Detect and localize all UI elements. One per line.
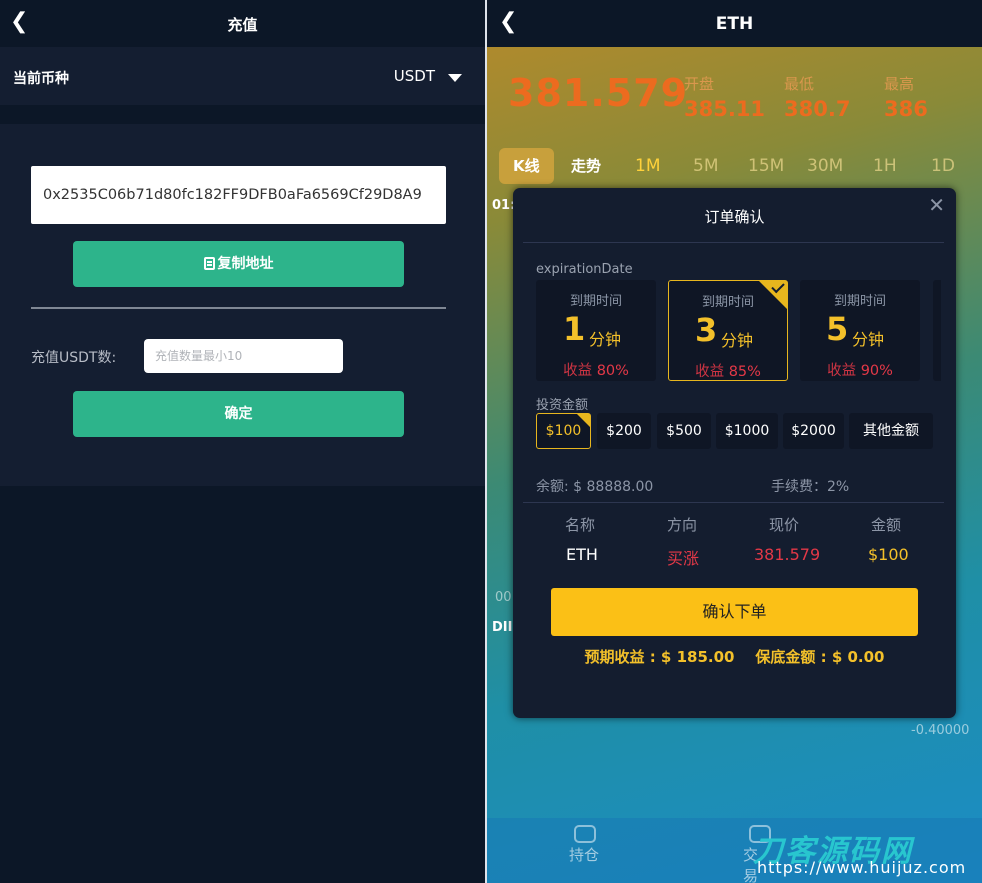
td-direction: 买涨 — [667, 549, 700, 568]
modal-divider — [523, 502, 944, 503]
expiration-option-num: 3 — [695, 311, 718, 349]
chart-zero-label: 00 — [495, 590, 512, 605]
copy-address-label: 复制地址 — [217, 256, 274, 272]
tab-trend[interactable]: 走势 — [571, 148, 601, 184]
amount-option-100[interactable]: $100 — [536, 413, 591, 449]
amount-option-500[interactable]: $500 — [657, 413, 711, 449]
modal-divider — [523, 242, 944, 243]
confirm-order-button[interactable]: 确认下单 — [551, 588, 918, 636]
modal-title: 订单确认 — [704, 208, 765, 226]
expected-profit-line: 预期收益 : $ 185.00 保底金额 : $ 0.00 — [513, 646, 956, 667]
amount-title: 投资金额 — [536, 398, 589, 413]
amount-label: 充值USDT数: — [31, 350, 117, 366]
stat-low: 最低 380.7 — [784, 73, 850, 121]
copy-icon — [203, 257, 215, 270]
chart-tabs: K线 走势 1M 5M 15M 30M 1H 1D — [487, 148, 982, 184]
tab-1h[interactable]: 1H — [873, 148, 897, 184]
profit-label: 收益 — [563, 363, 593, 379]
tab-1d[interactable]: 1D — [931, 148, 955, 184]
expiration-option-3[interactable]: 到期时间 3 分钟 收益 85% — [668, 279, 788, 381]
currency-value[interactable]: USDT — [394, 67, 435, 85]
th-price: 现价 — [769, 516, 800, 534]
recharge-header: ❮ 充值 — [0, 0, 485, 47]
guaranteed-amount: 保底金额 : $ 0.00 — [755, 648, 885, 666]
trade-header: ❮ ETH — [487, 0, 982, 47]
macd-axis-label: -0.40000 — [911, 723, 970, 738]
expiration-option-profit: 收益 85% — [669, 360, 787, 381]
recharge-page: ❮ 充值 当前币种 USDT 0x2535C06b71d80fc182FF9DF… — [0, 0, 485, 883]
chart-time-label: 01: — [492, 198, 516, 213]
selected-corner — [577, 414, 590, 427]
stat-low-label: 最低 — [784, 75, 815, 93]
watermark-url: https://www.huijuz.com — [757, 858, 967, 877]
stat-open-value: 385.11 — [684, 97, 766, 121]
expiration-option-profit: 收益 90% — [800, 359, 920, 380]
expiration-label: expirationDate — [536, 262, 633, 277]
th-name: 名称 — [565, 516, 596, 534]
td-price: 381.579 — [754, 545, 821, 564]
confirm-button[interactable]: 确定 — [73, 391, 404, 437]
currency-selector[interactable]: 当前币种 USDT — [0, 47, 485, 105]
symbol-title: ETH — [715, 14, 754, 34]
amount-option-other[interactable]: 其他金额 — [849, 413, 933, 449]
amount-option-2000[interactable]: $2000 — [783, 413, 844, 449]
balance-text: 余额: $ 88888.00 — [536, 479, 654, 495]
expiration-option-peek[interactable] — [933, 280, 941, 381]
tab-30m[interactable]: 30M — [807, 148, 843, 184]
expiration-option-unit: 分钟 — [589, 330, 622, 349]
page-title: 充值 — [227, 16, 258, 34]
profit-value: 80% — [596, 363, 629, 379]
expiration-option-num: 1 — [563, 310, 586, 348]
fee-text: 手续费：2% — [771, 479, 850, 495]
expiration-option-num: 5 — [826, 310, 849, 348]
amount-option-200[interactable]: $200 — [597, 413, 651, 449]
profit-value: 90% — [860, 363, 893, 379]
position-icon — [574, 825, 596, 843]
copy-address-button[interactable]: 复制地址 — [73, 241, 404, 287]
expiration-option-5[interactable]: 到期时间 5 分钟 收益 90% — [800, 280, 920, 381]
currency-label: 当前币种 — [13, 71, 69, 87]
tab-1m[interactable]: 1M — [635, 148, 660, 184]
dif-label: DII — [492, 620, 513, 635]
divider — [31, 307, 446, 309]
th-amount: 金额 — [871, 516, 902, 534]
profit-label: 收益 — [827, 363, 857, 379]
wallet-address[interactable]: 0x2535C06b71d80fc182FF9DFB0aFa6569Cf29D8… — [31, 166, 446, 224]
stat-low-value: 380.7 — [784, 97, 851, 121]
expected-profit: 预期收益 : $ 185.00 — [584, 648, 735, 666]
expiration-option-profit: 收益 80% — [536, 359, 656, 380]
expiration-option-label: 到期时间 — [569, 294, 622, 309]
caret-down-icon[interactable] — [448, 74, 462, 82]
nav-position[interactable]: 持仓 — [569, 844, 599, 865]
expiration-option-unit: 分钟 — [852, 330, 885, 349]
expiration-option-label: 到期时间 — [833, 294, 886, 309]
td-name: ETH — [566, 545, 598, 564]
close-icon[interactable]: ✕ — [928, 193, 945, 217]
stat-open: 开盘 385.11 — [684, 73, 765, 121]
stat-high-label: 最高 — [884, 75, 915, 93]
stat-high: 最高 386 — [884, 73, 928, 121]
screen-root: ❮ 充值 当前币种 USDT 0x2535C06b71d80fc182FF9DF… — [0, 0, 982, 883]
td-amount: $100 — [868, 545, 909, 564]
current-price: 381.579 — [508, 71, 689, 115]
th-direction: 方向 — [667, 516, 698, 534]
tab-5m[interactable]: 5M — [693, 148, 718, 184]
trade-page: ❮ ETH 381.579 开盘 385.11 最低 380.7 最高 386 … — [487, 0, 982, 883]
expiration-option-1[interactable]: 到期时间 1 分钟 收益 80% — [536, 280, 656, 381]
profit-label: 收益 — [695, 364, 725, 380]
amount-option-label: $100 — [545, 423, 582, 439]
expiration-option-unit: 分钟 — [721, 331, 754, 350]
profit-value: 85% — [728, 364, 761, 380]
order-confirm-modal: 订单确认 ✕ expirationDate 到期时间 1 分钟 收益 80% 到… — [513, 188, 956, 718]
tab-kline[interactable]: K线 — [499, 148, 554, 184]
recharge-card: 0x2535C06b71d80fc182FF9DFB0aFa6569Cf29D8… — [0, 124, 485, 486]
amount-input[interactable] — [144, 339, 343, 373]
tab-15m[interactable]: 15M — [748, 148, 784, 184]
stat-high-value: 386 — [884, 97, 928, 121]
amount-option-1000[interactable]: $1000 — [716, 413, 778, 449]
stat-open-label: 开盘 — [684, 75, 715, 93]
